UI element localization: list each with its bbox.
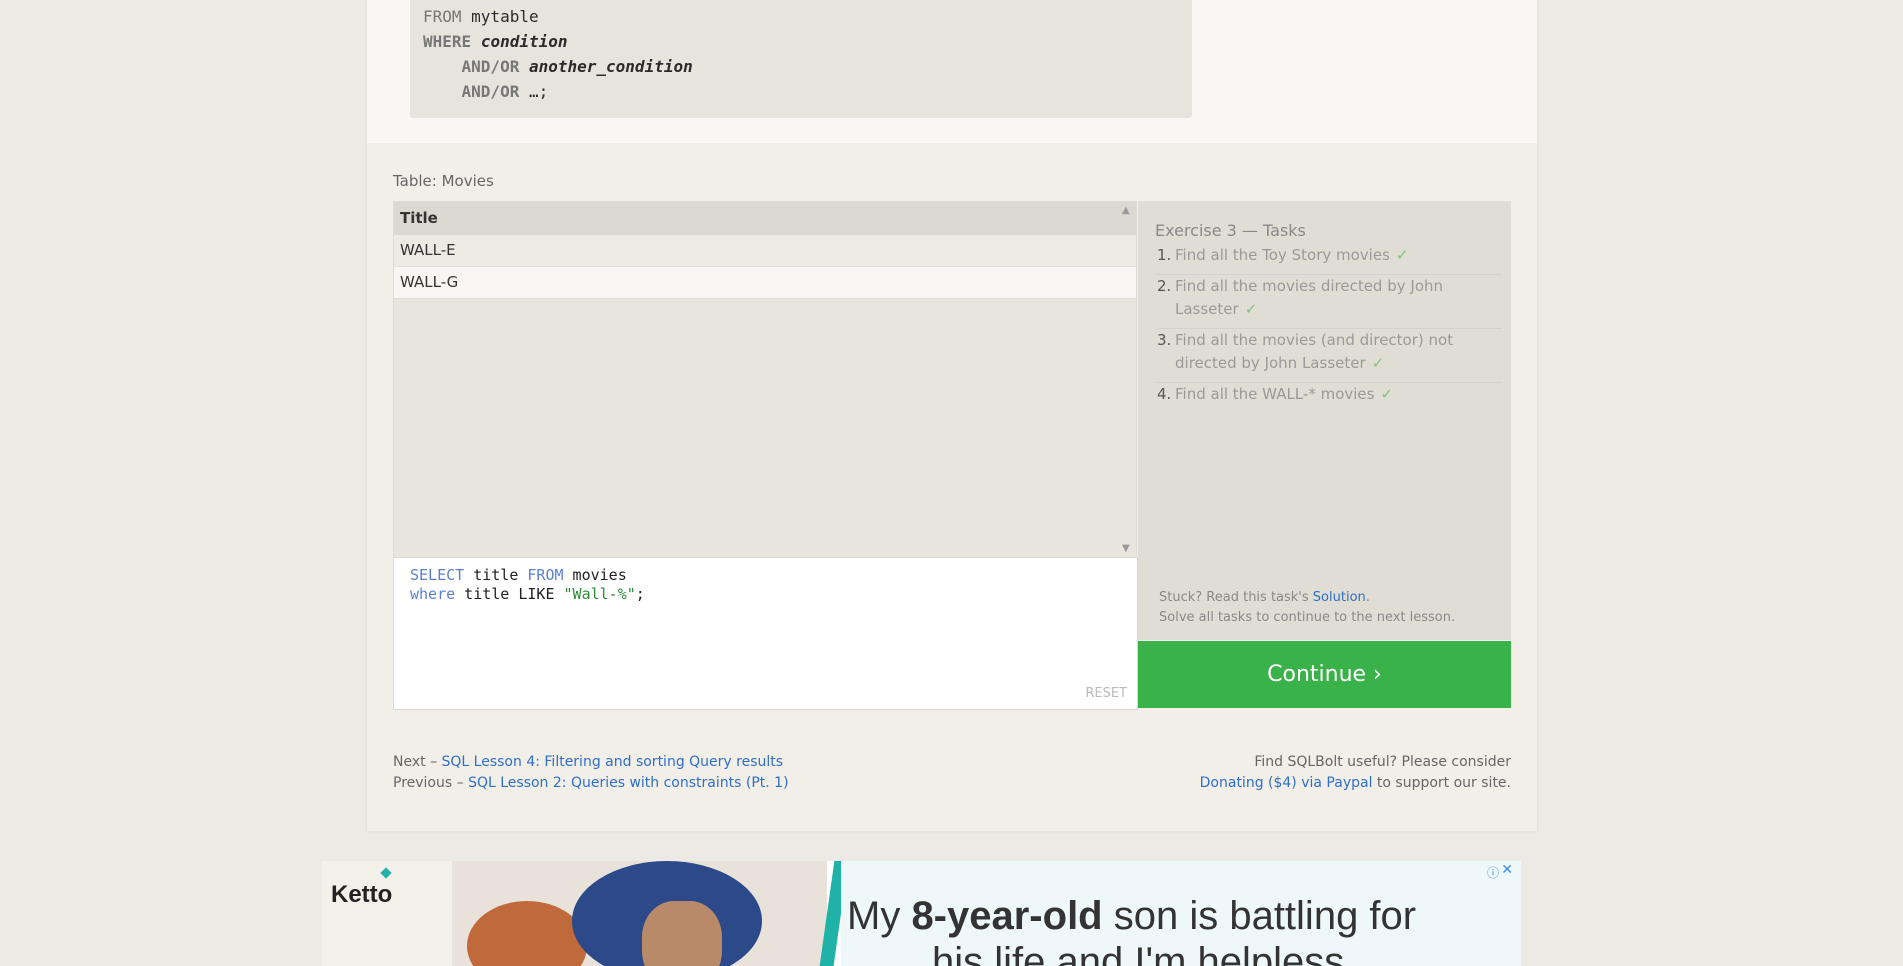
task-number: 1. xyxy=(1157,246,1172,264)
sql-keyword: where xyxy=(410,585,456,603)
code-line-from: FROM mytable xyxy=(423,6,539,28)
task-text: Find all the WALL-* movies xyxy=(1175,385,1375,403)
ad-text-bold: 8-year-old xyxy=(911,894,1103,938)
ad-photo xyxy=(452,861,827,966)
lesson-navigation: Next – SQL Lesson 4: Filtering and sorti… xyxy=(393,752,789,794)
code-emphasis: another_condition xyxy=(528,57,693,76)
stuck-help: Stuck? Read this task's Solution. Solve … xyxy=(1159,588,1455,628)
code-line-and-or-2: AND/OR …; xyxy=(423,81,549,103)
code-keyword: AND/OR xyxy=(461,82,520,101)
code-text: …; xyxy=(519,82,549,101)
task-text: Find all the movies (and director) not d… xyxy=(1175,331,1454,372)
sql-string: "Wall-%" xyxy=(563,585,636,603)
table-row: WALL-G xyxy=(394,267,1136,299)
table-caption: Table: Movies xyxy=(393,172,494,190)
donation-text: Find SQLBolt useful? Please consider xyxy=(1254,754,1511,770)
ad-text: My xyxy=(847,894,912,938)
solve-all-text: Solve all tasks to continue to the next … xyxy=(1159,610,1456,625)
code-line-where: WHERE condition xyxy=(423,31,568,53)
sql-text: title LIKE xyxy=(455,585,564,603)
ad-headline: My 8-year-old son is battling for his li… xyxy=(847,893,1416,966)
editor-line-1[interactable]: SELECT title FROM movies xyxy=(410,566,627,585)
code-keyword: FROM xyxy=(423,7,462,26)
stuck-text: . xyxy=(1365,590,1370,605)
task-number: 3. xyxy=(1157,331,1172,349)
ad-logo-mark xyxy=(380,867,392,879)
previous-lesson-link[interactable]: SQL Lesson 2: Queries with constraints (… xyxy=(468,775,788,791)
reset-button[interactable]: RESET xyxy=(1085,686,1127,701)
advertisement-banner[interactable]: Ketto My 8-year-old son is battling for … xyxy=(322,861,1521,966)
syntax-code-block: FROM mytable WHERE condition AND/OR anot… xyxy=(410,0,1192,118)
column-header-title: Title xyxy=(394,202,1136,235)
check-icon: ✓ xyxy=(1371,354,1385,372)
sql-editor[interactable]: SELECT title FROM movies where title LIK… xyxy=(393,557,1138,710)
table-row: WALL-E xyxy=(394,235,1136,267)
check-icon: ✓ xyxy=(1395,246,1409,264)
results-scrollbar[interactable]: ▲ ▼ xyxy=(1118,201,1134,556)
ad-logo: Ketto xyxy=(331,881,393,908)
ad-photo-hand xyxy=(467,901,587,966)
task-number: 2. xyxy=(1157,277,1172,295)
tasks-title: Exercise 3 — Tasks xyxy=(1155,221,1306,240)
ad-photo-face xyxy=(642,901,722,966)
solution-link[interactable]: Solution xyxy=(1313,590,1366,605)
lesson-body: FROM mytable WHERE condition AND/OR anot… xyxy=(367,0,1537,143)
continue-button[interactable]: Continue › xyxy=(1138,641,1511,708)
task-text: Find all the movies directed by John Las… xyxy=(1175,277,1444,318)
code-text: mytable xyxy=(461,7,539,26)
task-item-3: 3. Find all the movies (and director) no… xyxy=(1157,329,1502,375)
task-item-1: 1. Find all the Toy Story movies ✓ xyxy=(1157,244,1502,267)
task-text: Find all the Toy Story movies xyxy=(1175,246,1390,264)
task-number: 4. xyxy=(1157,385,1172,403)
results-table: Title WALL-E WALL-G xyxy=(393,201,1137,558)
next-label: Next – xyxy=(393,754,442,770)
donate-link[interactable]: Donating ($4) via Paypal xyxy=(1200,775,1373,791)
code-emphasis: condition xyxy=(480,32,568,51)
sql-keyword: FROM xyxy=(527,566,564,584)
ad-close-icon[interactable]: ✕ xyxy=(1501,862,1513,878)
sql-text: title xyxy=(464,566,528,584)
check-icon: ✓ xyxy=(1244,300,1258,318)
code-keyword: AND/OR xyxy=(461,57,520,76)
donation-text: to support our site. xyxy=(1372,775,1511,791)
previous-label: Previous – xyxy=(393,775,469,791)
sql-text: movies xyxy=(563,566,627,584)
donation-note: Find SQLBolt useful? Please consider Don… xyxy=(1200,752,1511,794)
ad-text: his life and I'm helpless xyxy=(932,940,1345,966)
next-lesson-link[interactable]: SQL Lesson 4: Filtering and sorting Quer… xyxy=(442,754,784,770)
editor-line-2[interactable]: where title LIKE "Wall-%"; xyxy=(410,585,645,604)
ad-image-area: Ketto xyxy=(322,861,827,966)
task-item-4: 4. Find all the WALL-* movies ✓ xyxy=(1157,383,1502,406)
sql-keyword: SELECT xyxy=(410,566,465,584)
task-item-2: 2. Find all the movies directed by John … xyxy=(1157,275,1502,321)
code-keyword: WHERE xyxy=(423,32,472,51)
ad-info-icon[interactable]: ⓘ xyxy=(1487,864,1499,881)
lesson-page: FROM mytable WHERE condition AND/OR anot… xyxy=(367,0,1537,831)
code-line-and-or-1: AND/OR another_condition xyxy=(423,56,693,78)
scroll-up-icon[interactable]: ▲ xyxy=(1122,205,1130,216)
sql-text: ; xyxy=(635,585,645,603)
ad-text: son is battling for xyxy=(1102,894,1417,938)
scroll-down-icon[interactable]: ▼ xyxy=(1122,543,1130,554)
tasks-panel: Exercise 3 — Tasks 1. Find all the Toy S… xyxy=(1138,201,1511,640)
check-icon: ✓ xyxy=(1380,385,1394,403)
stuck-text: Stuck? Read this task's xyxy=(1159,590,1313,605)
